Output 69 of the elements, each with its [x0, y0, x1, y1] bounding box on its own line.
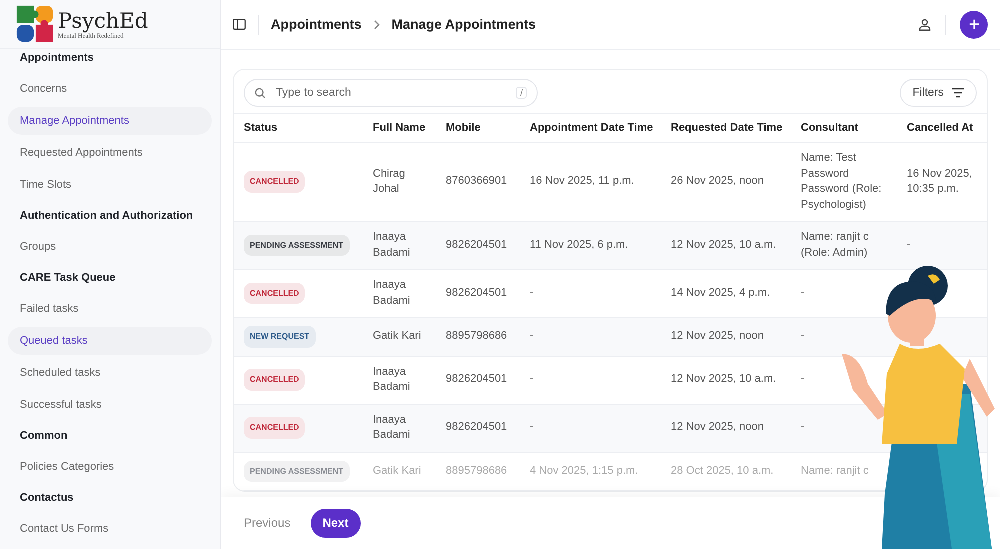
status-badge: PENDING ASSESSMENT [244, 460, 350, 482]
table-cell: - [520, 404, 661, 452]
filter-icon [952, 88, 964, 98]
user-icon[interactable] [919, 18, 931, 30]
sidebar-item[interactable]: Scheduled tasks [8, 359, 212, 387]
add-button[interactable] [960, 10, 988, 38]
table-cell: - [897, 222, 987, 270]
table-cell: Gatik Kari [363, 318, 436, 356]
next-button[interactable]: Next [310, 508, 361, 538]
plus-icon [968, 19, 980, 30]
table-cell: 11 Nov 2025, 6 p.m. [520, 222, 661, 270]
sidebar-section-header: Appointments [19, 51, 95, 66]
table-cell: 28 Oct 2025, 10 a.m. [661, 452, 791, 490]
status-badge: NEW REQUEST [244, 326, 316, 348]
table-cell: Inaaya Badami [363, 404, 436, 452]
sidebar-item[interactable]: Manage Appointments [8, 107, 212, 135]
column-header: Cancelled At [897, 114, 987, 142]
puzzle-logo-icon [16, 5, 54, 43]
table-cell: 12 Nov 2025, 10 a.m. [661, 356, 791, 404]
column-header: Requested Date Time [661, 114, 791, 142]
table-cell: - [791, 318, 897, 356]
column-header: Full Name [363, 114, 436, 142]
table-cell: 12 Nov 2025, noon [661, 318, 791, 356]
search-bar[interactable]: Type to search / [244, 79, 538, 107]
breadcrumb-item[interactable]: Appointments [271, 17, 362, 32]
sidebar-section-header: Authentication and Authorization [19, 209, 194, 224]
table-cell: 9826204501 [436, 222, 520, 270]
sidebar-section-header: Contactus [19, 491, 75, 506]
table-cell: - [520, 356, 661, 404]
column-header: Consultant [791, 114, 897, 142]
sidebar-section-header: Common [19, 429, 69, 444]
sidebar-toggle-icon[interactable] [233, 19, 246, 30]
sidebar-item[interactable]: Groups [8, 233, 212, 261]
breadcrumb-item: Manage Appointments [392, 17, 536, 32]
sidebar-item[interactable]: Contact Us Forms [8, 515, 212, 543]
logo-name: PsychEd [58, 8, 148, 32]
column-header: Status [234, 114, 363, 142]
sidebar-item[interactable]: Time Slots [8, 171, 212, 199]
sidebar-section-header: CARE Task Queue [19, 271, 117, 286]
status-badge: PENDING ASSESSMENT [244, 234, 350, 256]
table-cell: 12 Nov 2025, noon [661, 404, 791, 452]
status-badge: CANCELLED [244, 417, 306, 439]
status-badge: CANCELLED [244, 282, 306, 304]
table-cell: 9826204501 [436, 404, 520, 452]
table-cell: Inaaya Badami [363, 356, 436, 404]
sidebar-item[interactable]: Successful tasks [8, 391, 212, 419]
table-cell: Name: ranjit c (Role: Admin) [791, 222, 897, 270]
shortcut-key: / [516, 87, 527, 99]
table-cell: Gatik Kari [363, 452, 436, 490]
status-badge: CANCELLED [244, 171, 306, 193]
sidebar-item[interactable]: Queued tasks [8, 327, 212, 355]
table-cell: 8895798686 [436, 452, 520, 490]
table-cell: 9826204501 [436, 356, 520, 404]
sidebar-item[interactable]: Policies Categories [8, 453, 212, 481]
column-header: Mobile [436, 114, 520, 142]
sidebar-item[interactable]: Concerns [8, 75, 212, 103]
search-input[interactable]: Type to search [274, 86, 508, 100]
column-header: Appointment Date Time [520, 114, 661, 142]
sidebar-item[interactable]: Requested Appointments [8, 139, 212, 167]
table-cell: 12 Nov 2025, 10 a.m. [661, 222, 791, 270]
table-cell: - [520, 318, 661, 356]
chevron-right-icon [374, 20, 380, 30]
table-cell: 8895798686 [436, 318, 520, 356]
sidebar-item[interactable]: Failed tasks [8, 295, 212, 323]
table-cell: 4 Nov 2025, 1:15 p.m. [520, 452, 661, 490]
filters-button[interactable]: Filters [900, 79, 977, 107]
table-cell: Inaaya Badami [363, 222, 436, 270]
search-icon [255, 88, 266, 98]
status-badge: CANCELLED [244, 369, 306, 391]
